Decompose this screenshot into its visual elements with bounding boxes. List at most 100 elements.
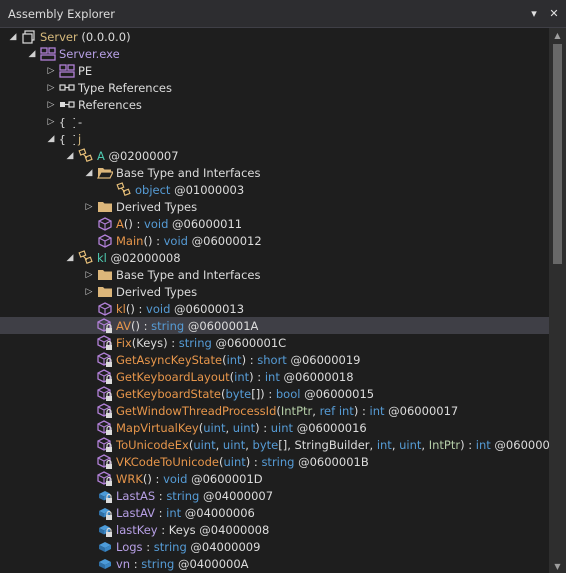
- expanded-arrow-icon[interactable]: ◢: [27, 48, 37, 60]
- label-segment: A: [97, 148, 105, 163]
- assembly-tree[interactable]: ◢ Server (0.0.0.0) ◢ Server.exe ▷ PE ▷ Type Ref…: [0, 28, 549, 573]
- collapsed-arrow-icon[interactable]: ▷: [46, 65, 56, 77]
- label-segment: () :: [123, 216, 145, 231]
- label-segment: VKCodeToUnicode: [116, 454, 219, 469]
- label-segment: string: [151, 318, 185, 333]
- tree-node[interactable]: AV() : string @0600001A: [0, 317, 549, 334]
- expanded-arrow-icon[interactable]: ◢: [46, 133, 56, 145]
- tree-node[interactable]: ToUnicodeEx(uint, uint, byte[], StringBu…: [0, 436, 549, 453]
- tree-node-label: Server (0.0.0.0): [40, 30, 131, 44]
- tree-node-label: lastKey : Keys @04000008: [116, 523, 269, 537]
- tree-node-label: WRK() : void @0600001D: [116, 472, 263, 486]
- tree-node[interactable]: GetAsyncKeyState(int) : short @06000019: [0, 351, 549, 368]
- tree-node[interactable]: GetKeyboardState(byte[]) : bool @0600001…: [0, 385, 549, 402]
- label-segment: @0600001D: [187, 471, 263, 486]
- tree-node-label: kl @02000008: [97, 251, 181, 265]
- label-segment: vn: [116, 556, 131, 571]
- label-segment: @06000011: [168, 216, 243, 231]
- label-segment: uint: [223, 454, 246, 469]
- panel-menu-dropdown-icon[interactable]: ▾: [526, 7, 542, 20]
- tree-node[interactable]: ▷ References: [0, 96, 549, 113]
- label-segment: short: [257, 352, 287, 367]
- tree-node[interactable]: ▷ Base Type and Interfaces: [0, 266, 549, 283]
- tree-node[interactable]: ▷ Derived Types: [0, 283, 549, 300]
- tree-node[interactable]: vn : string @0400000A: [0, 555, 549, 572]
- tree-node[interactable]: WRK() : void @0600001D: [0, 470, 549, 487]
- vertical-scrollbar[interactable]: ▲ ▼: [549, 28, 566, 573]
- label-segment: int: [475, 437, 491, 452]
- scrollbar-thumb[interactable]: [553, 44, 562, 264]
- expanded-arrow-icon[interactable]: ◢: [8, 31, 18, 43]
- label-segment: uint: [270, 420, 294, 435]
- label-segment: bool: [275, 386, 301, 401]
- tree-node[interactable]: A() : void @06000011: [0, 215, 549, 232]
- tree-node[interactable]: object @01000003: [0, 181, 549, 198]
- expanded-arrow-icon[interactable]: ◢: [65, 252, 75, 264]
- tree-node[interactable]: GetWindowThreadProcessId(IntPtr, ref int…: [0, 402, 549, 419]
- tree-node-label: GetAsyncKeyState(int) : short @06000019: [116, 353, 361, 367]
- label-segment: uint: [232, 420, 256, 435]
- tree-node[interactable]: LastAS : string @04000007: [0, 487, 549, 504]
- label-segment: void: [144, 216, 169, 231]
- label-segment: @0600001C: [211, 335, 287, 350]
- private-method-icon: [97, 402, 113, 419]
- label-segment: j: [78, 131, 82, 146]
- collapsed-arrow-icon[interactable]: ▷: [46, 82, 56, 94]
- label-segment: References: [78, 97, 142, 112]
- tree-node[interactable]: Logs : string @04000009: [0, 538, 549, 555]
- folder-icon: [97, 284, 113, 300]
- tree-node[interactable]: VKCodeToUnicode(uint) : string @0600001B: [0, 453, 549, 470]
- label-segment: string: [141, 556, 175, 571]
- tree-node[interactable]: ▷ Derived Types: [0, 198, 549, 215]
- scroll-down-arrow-icon[interactable]: ▼: [549, 559, 566, 573]
- label-segment: kl: [97, 250, 107, 265]
- tree-node[interactable]: ◢ kl @02000008: [0, 249, 549, 266]
- label-segment: int: [369, 403, 385, 418]
- typeref-icon: [59, 80, 75, 96]
- tree-node[interactable]: ◢ Server.exe: [0, 45, 549, 62]
- expanded-arrow-icon[interactable]: ◢: [65, 150, 75, 162]
- tree-node[interactable]: MapVirtualKey(uint, uint) : uint @060000…: [0, 419, 549, 436]
- label-segment: () :: [143, 233, 164, 248]
- label-segment: GetWindowThreadProcessId: [116, 403, 277, 418]
- label-segment: ToUnicodeEx: [116, 437, 189, 452]
- tree-node[interactable]: ◢ A @02000007: [0, 147, 549, 164]
- scroll-up-arrow-icon[interactable]: ▲: [549, 28, 566, 42]
- tree-node-label: GetWindowThreadProcessId(IntPtr, ref int…: [116, 404, 458, 418]
- tree-node-label: PE: [78, 64, 92, 78]
- tree-node[interactable]: ◢{ }j: [0, 130, 549, 147]
- tree-node[interactable]: LastAV : int @04000006: [0, 504, 549, 521]
- tree-node[interactable]: ◢ Server (0.0.0.0): [0, 28, 549, 45]
- label-segment: ) :: [241, 352, 258, 367]
- method-icon: [97, 233, 113, 249]
- tree-node[interactable]: ▷ Type References: [0, 79, 549, 96]
- collapsed-arrow-icon[interactable]: ▷: [46, 99, 56, 111]
- collapsed-arrow-icon[interactable]: ▷: [46, 116, 56, 128]
- tree-node[interactable]: ◢ Base Type and Interfaces: [0, 164, 549, 181]
- tree-node[interactable]: GetKeyboardLayout(int) : int @06000018: [0, 368, 549, 385]
- label-segment: uint: [203, 420, 226, 435]
- tree-node-label: Main() : void @06000012: [116, 234, 262, 248]
- tree-node[interactable]: lastKey : Keys @04000008: [0, 521, 549, 538]
- tree-node-label: Base Type and Interfaces: [116, 268, 261, 282]
- label-segment: @06000015: [300, 386, 375, 401]
- svg-text:{ }: { }: [59, 116, 75, 129]
- namespace-icon: { }: [59, 131, 75, 147]
- collapsed-arrow-icon[interactable]: ▷: [84, 286, 94, 298]
- tree-node[interactable]: Fix(Keys) : string @0600001C: [0, 334, 549, 351]
- private-method-icon: [97, 334, 113, 351]
- panel-close-icon[interactable]: ✕: [546, 7, 562, 20]
- label-segment: void: [163, 233, 188, 248]
- tree-node[interactable]: kl() : void @06000013: [0, 300, 549, 317]
- label-segment: @04000009: [186, 539, 261, 554]
- tree-node[interactable]: ▷ PE: [0, 62, 549, 79]
- tree-node[interactable]: ▷{ }-: [0, 113, 549, 130]
- collapsed-arrow-icon[interactable]: ▷: [84, 269, 94, 281]
- tree-node-label: A() : void @06000011: [116, 217, 242, 231]
- tree-node-label: A @02000007: [97, 149, 179, 163]
- collapsed-arrow-icon[interactable]: ▷: [84, 201, 94, 213]
- label-segment: @06000014: [494, 437, 549, 452]
- expanded-arrow-icon[interactable]: ◢: [84, 167, 94, 179]
- label-segment: uint: [222, 437, 246, 452]
- tree-node[interactable]: Main() : void @06000012: [0, 232, 549, 249]
